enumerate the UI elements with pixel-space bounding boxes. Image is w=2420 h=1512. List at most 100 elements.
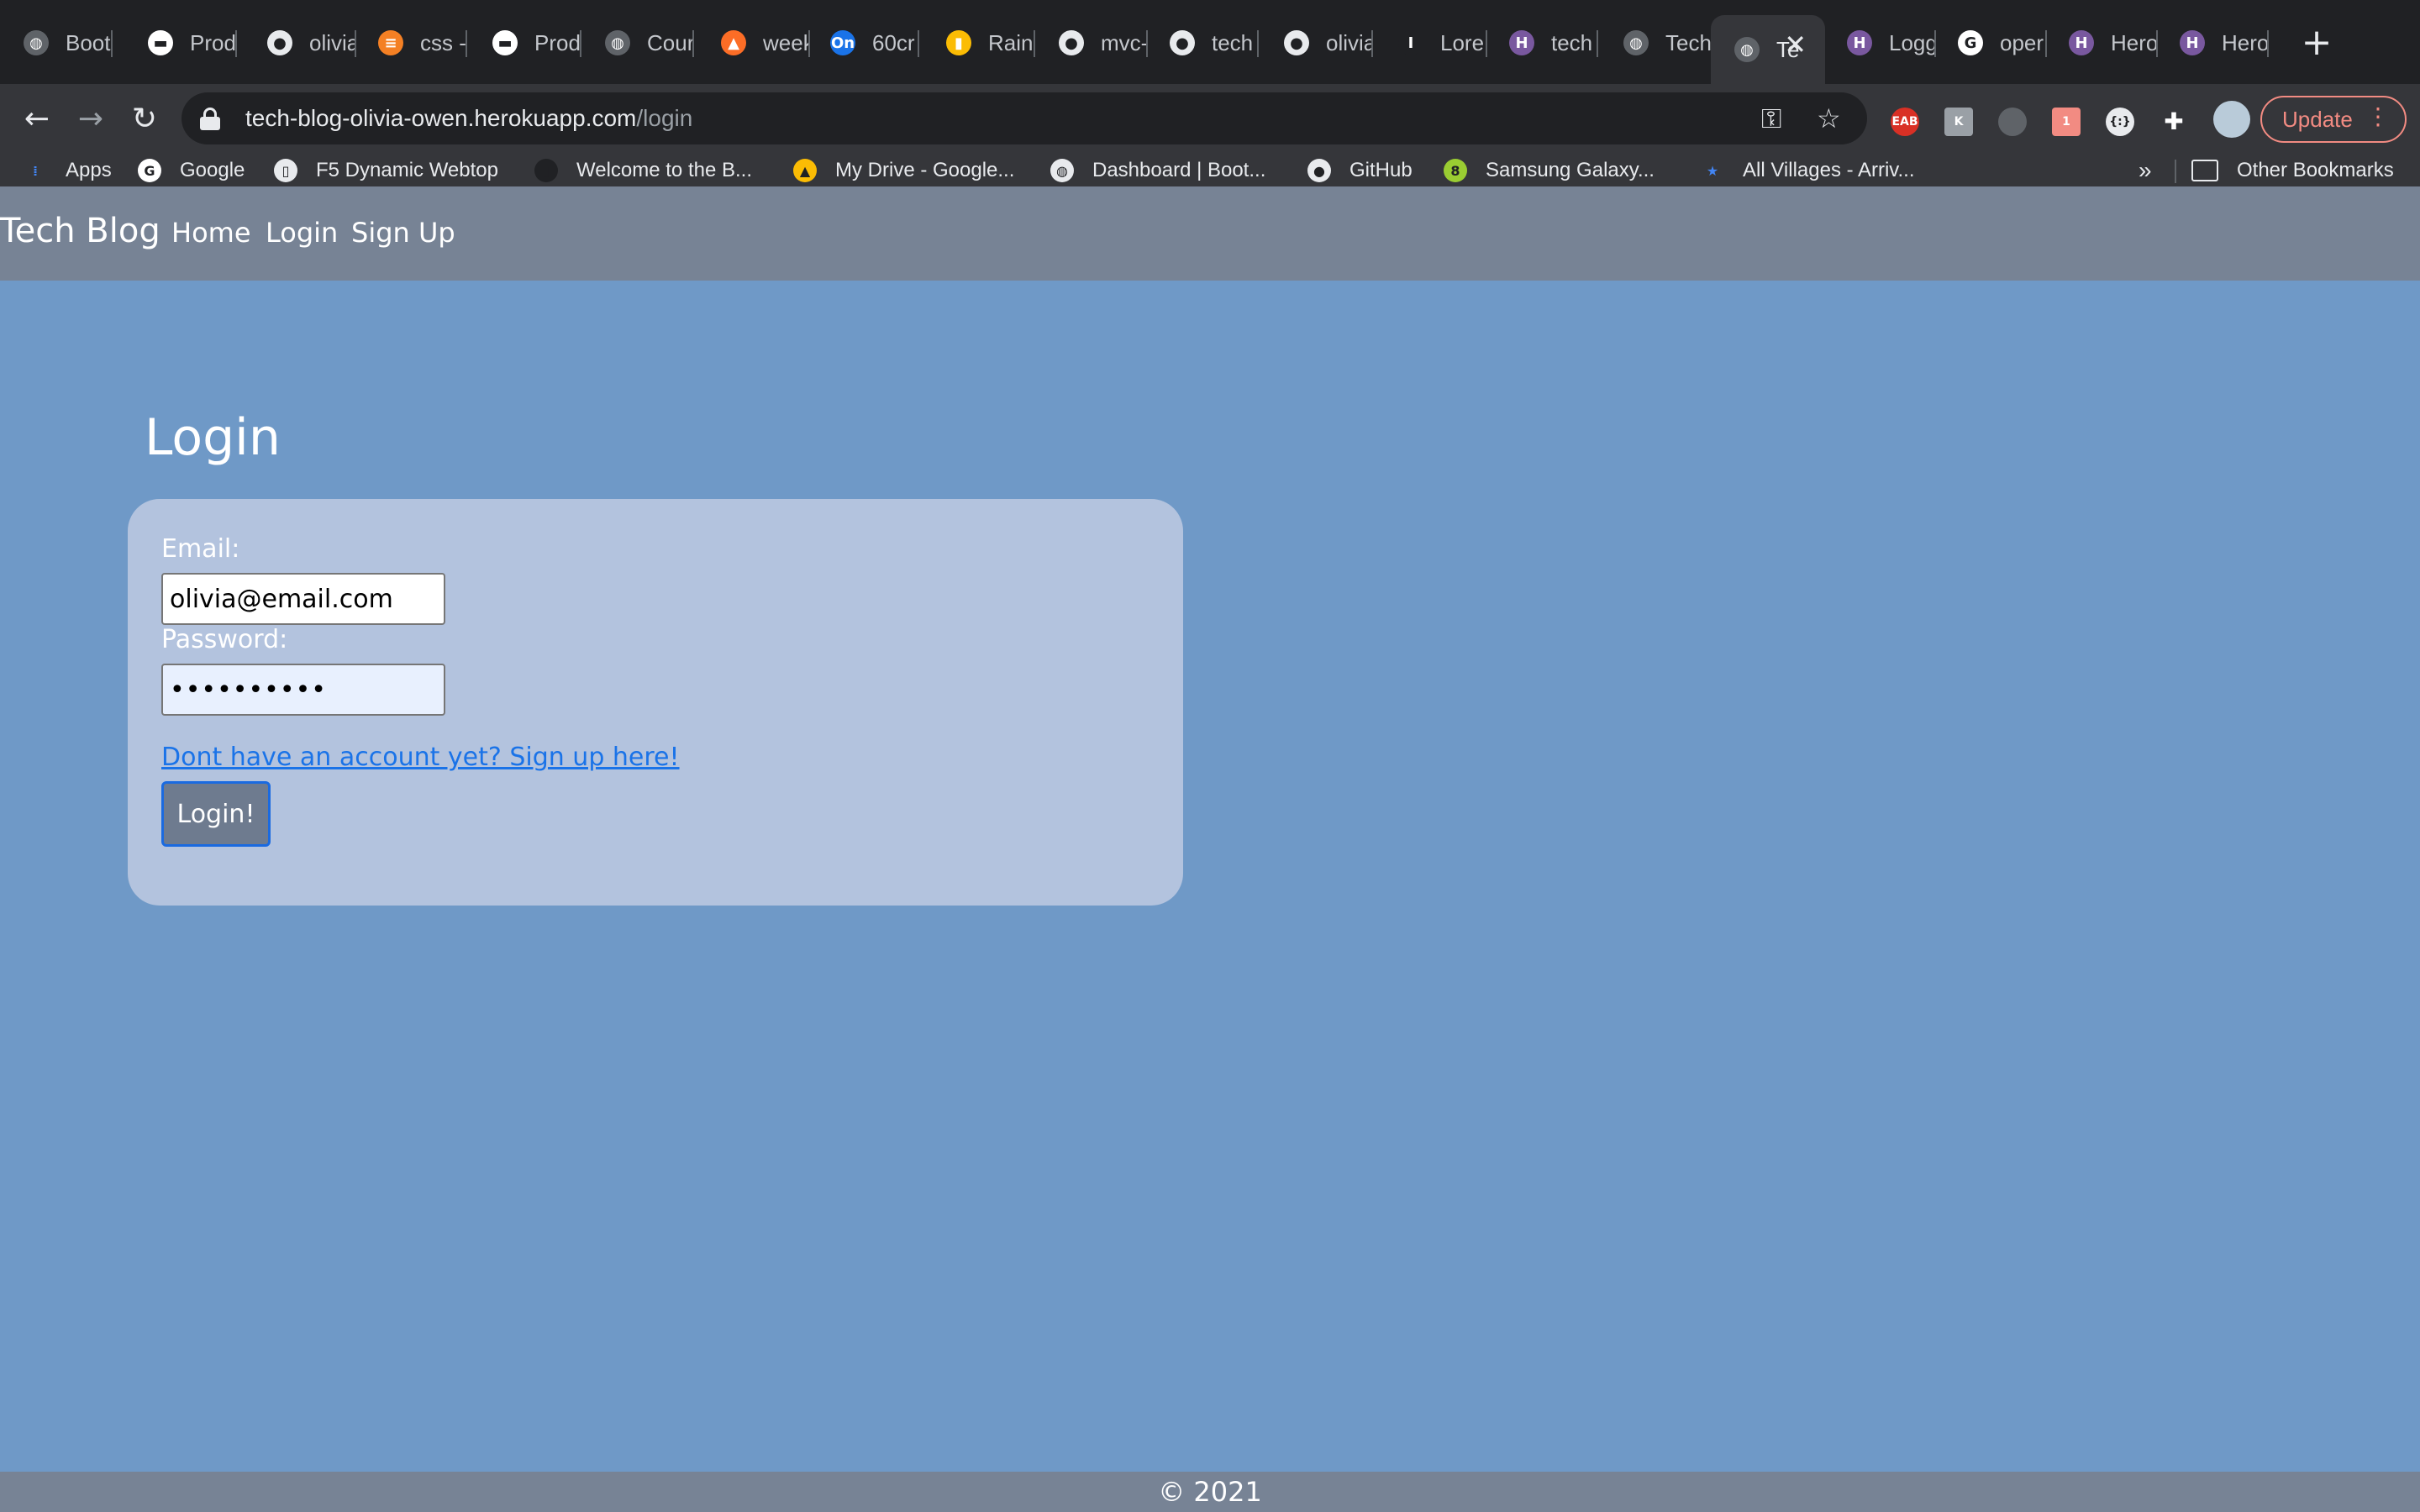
browser-tab[interactable]: H Hero: [2045, 15, 2158, 71]
browser-tab[interactable]: ◍ Te ✕: [1711, 15, 1825, 84]
browser-tab[interactable]: ◍ Cour: [581, 15, 694, 71]
apps-grid-icon: ⁞: [32, 162, 39, 179]
book-icon: ▮: [534, 159, 558, 182]
menu-kebab-icon[interactable]: ⋮: [2366, 102, 2390, 130]
other-bookmarks-folder[interactable]: Other Bookmarks: [2191, 155, 2394, 186]
tab-label: Boot: [66, 29, 111, 55]
bookmark-item[interactable]: ▯ F5 Dynamic Webtop: [274, 155, 498, 186]
nav-signup-link[interactable]: Sign Up: [351, 217, 455, 249]
tab-label: mvc-: [1101, 29, 1148, 55]
browser-tab[interactable]: ▬ Prod: [124, 15, 237, 71]
browser-tab[interactable]: ▬ Prod: [469, 15, 581, 71]
tab-divider: [918, 30, 919, 57]
drive-icon: ▲: [793, 159, 817, 182]
github-icon: ●: [1284, 30, 1309, 55]
browser-tab[interactable]: H Hero: [2156, 15, 2269, 71]
tab-divider: [1371, 30, 1373, 57]
star-icon: ★: [1706, 162, 1719, 179]
profile-avatar-icon[interactable]: [2213, 101, 2250, 138]
signup-link[interactable]: Dont have an account yet? Sign up here!: [161, 743, 680, 772]
samsung-icon: 8: [1444, 159, 1467, 182]
product-icon: ▬: [148, 30, 173, 55]
lorem-icon: I: [1398, 30, 1423, 55]
bookmark-item[interactable]: ▮ Welcome to the B...: [534, 155, 752, 186]
tab-divider: [111, 30, 113, 57]
tab-label: Prod: [190, 29, 236, 55]
folder-icon: [2191, 160, 2218, 181]
bookmarks-divider: [2175, 160, 2176, 183]
browser-tab[interactable]: ▲ week: [697, 15, 810, 71]
bookmark-label: Apps: [66, 159, 112, 181]
url-path: /login: [636, 105, 693, 131]
address-bar[interactable]: tech-blog-olivia-owen.herokuapp.com/logi…: [182, 92, 1867, 144]
browser-toolbar: ← → ↻ tech-blog-olivia-owen.herokuapp.co…: [0, 84, 2420, 155]
close-tab-icon[interactable]: ✕: [1784, 29, 1807, 60]
browser-tab[interactable]: ● tech: [1146, 15, 1259, 71]
browser-tab[interactable]: ≡ css -: [355, 15, 467, 71]
lock-icon[interactable]: [200, 108, 220, 130]
key-icon[interactable]: ⚿: [1761, 102, 1781, 135]
nav-login-link[interactable]: Login: [266, 217, 338, 249]
browser-tab[interactable]: On 60cr: [807, 15, 919, 71]
bookmark-item[interactable]: ★ All Villages - Arriv...: [1701, 155, 1915, 186]
page-title: Login: [145, 408, 281, 467]
bookmark-item[interactable]: 8 Samsung Galaxy...: [1444, 155, 1655, 186]
tab-label: 60cr: [872, 29, 915, 55]
more-bookmarks-chevron[interactable]: »: [2139, 155, 2152, 186]
bookmark-label: Samsung Galaxy...: [1486, 159, 1655, 181]
extension-badge-icon[interactable]: 1: [2052, 108, 2081, 136]
update-label: Update: [2282, 106, 2353, 132]
bookmark-item[interactable]: ⁞ Apps: [24, 155, 112, 186]
url-host: tech-blog-olivia-owen.herokuapp.com: [245, 105, 637, 131]
tab-label: Hero: [2222, 29, 2269, 55]
bookmark-item[interactable]: ◍ Dashboard | Boot...: [1050, 155, 1265, 186]
browser-tab[interactable]: ◍ Tech: [1600, 15, 1712, 71]
globe-icon: ◍: [24, 30, 49, 55]
stackoverflow-icon: ≡: [378, 30, 403, 55]
tab-label: Logg: [1889, 29, 1936, 55]
puzzle-extensions-icon[interactable]: ✚: [2160, 108, 2188, 136]
tab-label: week: [763, 29, 810, 55]
browser-tab[interactable]: Goper: [1934, 15, 2047, 71]
extension-circle-icon[interactable]: {:}: [2106, 108, 2134, 136]
bookmark-item[interactable]: G Google: [138, 155, 245, 186]
tab-divider: [1257, 30, 1259, 57]
bookmark-label: My Drive - Google...: [835, 159, 1015, 181]
bookmark-item[interactable]: ● GitHub: [1307, 155, 1413, 186]
nav-home-link[interactable]: Home: [171, 217, 251, 249]
tab-label: css -: [420, 29, 466, 55]
browser-tab[interactable]: ● olivia: [244, 15, 356, 71]
browser-tab[interactable]: I Lore: [1375, 15, 1487, 71]
browser-tab-strip: ◍ Boot ▬ Prod ● olivia ≡ css - ▬ Prod ◍ Cour ▲ week On…: [0, 0, 2420, 84]
site-brand[interactable]: Tech Blog: [0, 212, 160, 250]
extension-chat-icon[interactable]: [1998, 108, 2027, 136]
browser-tab[interactable]: ● mvc-: [1035, 15, 1148, 71]
browser-tab[interactable]: ● olivia: [1260, 15, 1373, 71]
globe-icon: ◍: [1050, 159, 1074, 182]
browser-tab[interactable]: H Logg: [1823, 15, 1936, 71]
rainbow-icon: ▮: [946, 30, 971, 55]
star-bookmark-icon[interactable]: ☆: [1817, 102, 1841, 134]
email-field[interactable]: olivia@email.com: [161, 573, 445, 625]
forward-arrow-icon[interactable]: →: [69, 97, 113, 141]
extension-k-icon[interactable]: K: [1944, 108, 1973, 136]
login-button[interactable]: Login!: [161, 781, 271, 847]
back-arrow-icon[interactable]: ←: [15, 97, 59, 141]
reload-icon[interactable]: ↻: [123, 97, 166, 141]
adblock-extension-icon[interactable]: EAB: [1891, 108, 1919, 136]
bookmark-label: GitHub: [1349, 159, 1413, 181]
bookmark-item[interactable]: ▲ My Drive - Google...: [793, 155, 1014, 186]
url-text[interactable]: tech-blog-olivia-owen.herokuapp.com/logi…: [245, 105, 692, 132]
tab-divider: [692, 30, 694, 57]
password-label: Password:: [161, 625, 288, 654]
browser-tab[interactable]: Htech: [1486, 15, 1598, 71]
gitlab-icon: ▲: [721, 30, 746, 55]
browser-tab[interactable]: ◍ Boot: [0, 15, 113, 71]
tab-divider: [235, 30, 237, 57]
password-field[interactable]: ••••••••••: [161, 664, 445, 716]
new-tab-button[interactable]: +: [2294, 20, 2339, 66]
browser-tab[interactable]: ▮ Rain: [923, 15, 1035, 71]
update-button[interactable]: Update ⋮: [2260, 96, 2407, 143]
tab-label: olivia: [1326, 29, 1373, 55]
google-icon: G: [138, 159, 161, 182]
